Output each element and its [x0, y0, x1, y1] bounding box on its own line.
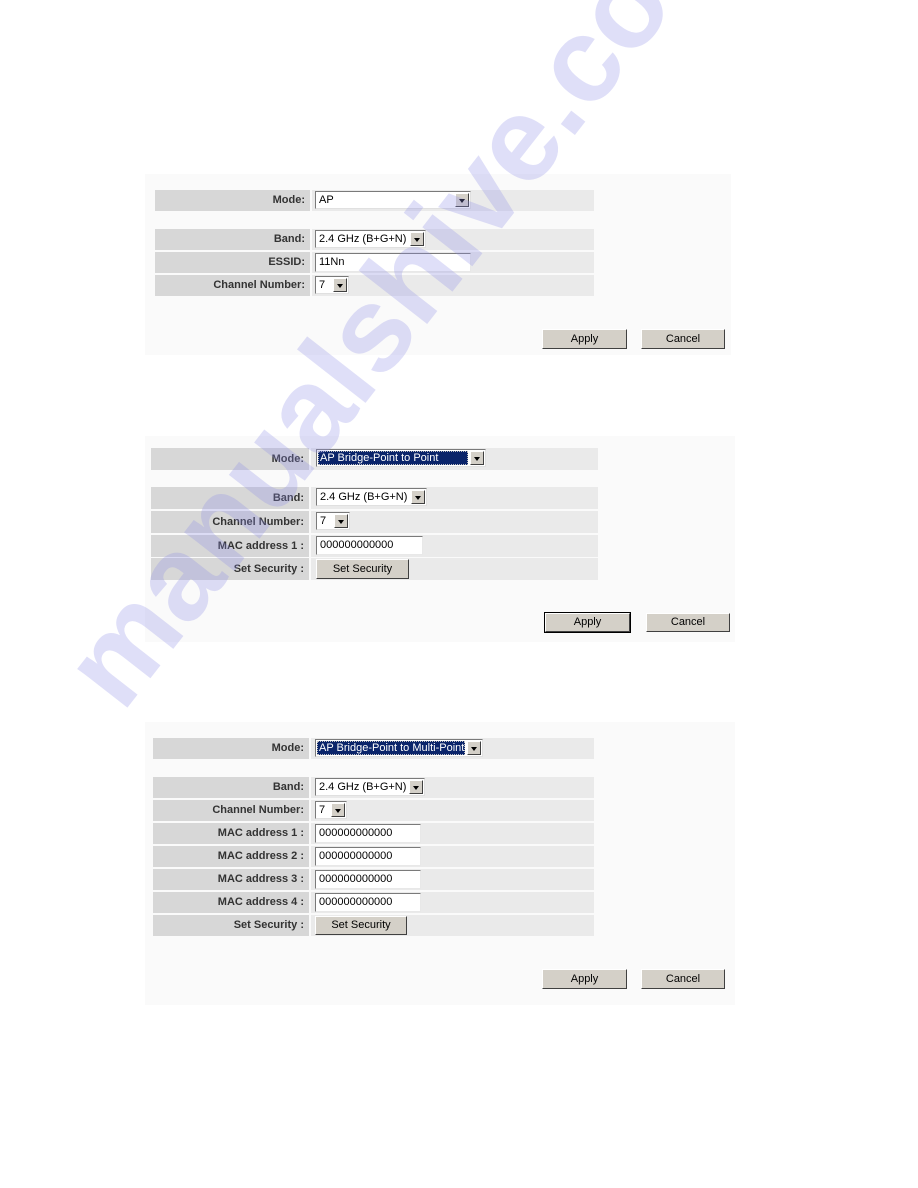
channel-label: Channel Number:: [151, 511, 309, 533]
mac3-input[interactable]: 000000000000: [315, 870, 421, 889]
panel-ap-bridge-p2mp: Mode: AP Bridge-Point to Multi-Point Ban…: [145, 722, 735, 1005]
security-label: Set Security :: [153, 915, 309, 936]
chevron-down-icon[interactable]: [331, 803, 345, 817]
mac4-row: MAC address 4 : 000000000000: [153, 892, 594, 913]
security-row: Set Security : Set Security: [151, 558, 598, 580]
band-select[interactable]: 2.4 GHz (B+G+N): [316, 488, 427, 506]
chevron-down-icon[interactable]: [410, 232, 424, 246]
apply-button[interactable]: Apply: [542, 969, 627, 989]
mode-label: Mode:: [153, 738, 309, 759]
cancel-button[interactable]: Cancel: [641, 969, 725, 989]
mac1-row: MAC address 1 : 000000000000: [151, 535, 598, 557]
band-row: Band: 2.4 GHz (B+G+N): [151, 487, 598, 509]
band-label: Band:: [151, 487, 309, 509]
set-security-button[interactable]: Set Security: [316, 559, 409, 579]
essid-row: ESSID: 11Nn: [155, 252, 594, 273]
panel-ap-mode: Mode: AP Band: 2.4 GHz (B+G+N) ESSID: 11…: [145, 174, 731, 355]
band-row: Band: 2.4 GHz (B+G+N): [155, 229, 594, 250]
cancel-button[interactable]: Cancel: [646, 613, 730, 632]
mode-select[interactable]: AP Bridge-Point to Point: [316, 449, 486, 467]
mac3-label: MAC address 3 :: [153, 869, 309, 890]
mac1-input[interactable]: 000000000000: [316, 536, 423, 555]
cancel-button[interactable]: Cancel: [641, 329, 725, 349]
mac1-label: MAC address 1 :: [153, 823, 309, 844]
chevron-down-icon[interactable]: [334, 514, 348, 528]
apply-button[interactable]: Apply: [542, 329, 627, 349]
essid-input[interactable]: 11Nn: [315, 253, 471, 272]
chevron-down-icon[interactable]: [455, 193, 469, 207]
apply-button[interactable]: Apply: [544, 612, 631, 633]
mode-row: Mode: AP Bridge-Point to Point: [151, 448, 598, 470]
channel-row: Channel Number: 7: [153, 800, 594, 821]
band-label: Band:: [155, 229, 310, 250]
band-row: Band: 2.4 GHz (B+G+N): [153, 777, 594, 798]
chevron-down-icon[interactable]: [411, 490, 425, 504]
mode-row: Mode: AP: [155, 190, 594, 211]
mode-row: Mode: AP Bridge-Point to Multi-Point: [153, 738, 594, 759]
mac2-label: MAC address 2 :: [153, 846, 309, 867]
channel-label: Channel Number:: [153, 800, 309, 821]
chevron-down-icon[interactable]: [333, 278, 347, 292]
mode-label: Mode:: [155, 190, 310, 211]
band-label: Band:: [153, 777, 309, 798]
security-row: Set Security : Set Security: [153, 915, 594, 936]
mac4-label: MAC address 4 :: [153, 892, 309, 913]
mode-select[interactable]: AP: [315, 191, 471, 209]
band-select[interactable]: 2.4 GHz (B+G+N): [315, 778, 425, 796]
mac1-input[interactable]: 000000000000: [315, 824, 421, 843]
chevron-down-icon[interactable]: [470, 451, 484, 465]
mac3-row: MAC address 3 : 000000000000: [153, 869, 594, 890]
chevron-down-icon[interactable]: [409, 780, 423, 794]
mac1-label: MAC address 1 :: [151, 535, 309, 557]
mac2-row: MAC address 2 : 000000000000: [153, 846, 594, 867]
mode-select[interactable]: AP Bridge-Point to Multi-Point: [315, 739, 483, 757]
channel-select[interactable]: 7: [315, 801, 347, 819]
chevron-down-icon[interactable]: [467, 741, 481, 755]
band-select[interactable]: 2.4 GHz (B+G+N): [315, 230, 426, 248]
channel-select[interactable]: 7: [315, 276, 349, 294]
security-label: Set Security :: [151, 558, 309, 580]
mac4-input[interactable]: 000000000000: [315, 893, 421, 912]
channel-label: Channel Number:: [155, 275, 310, 296]
channel-row: Channel Number: 7: [155, 275, 594, 296]
channel-row: Channel Number: 7: [151, 511, 598, 533]
mac2-input[interactable]: 000000000000: [315, 847, 421, 866]
mode-label: Mode:: [151, 448, 309, 470]
set-security-button[interactable]: Set Security: [315, 916, 407, 935]
channel-select[interactable]: 7: [316, 512, 350, 530]
essid-label: ESSID:: [155, 252, 310, 273]
panel-ap-bridge-p2p: Mode: AP Bridge-Point to Point Band: 2.4…: [145, 436, 735, 642]
mac1-row: MAC address 1 : 000000000000: [153, 823, 594, 844]
